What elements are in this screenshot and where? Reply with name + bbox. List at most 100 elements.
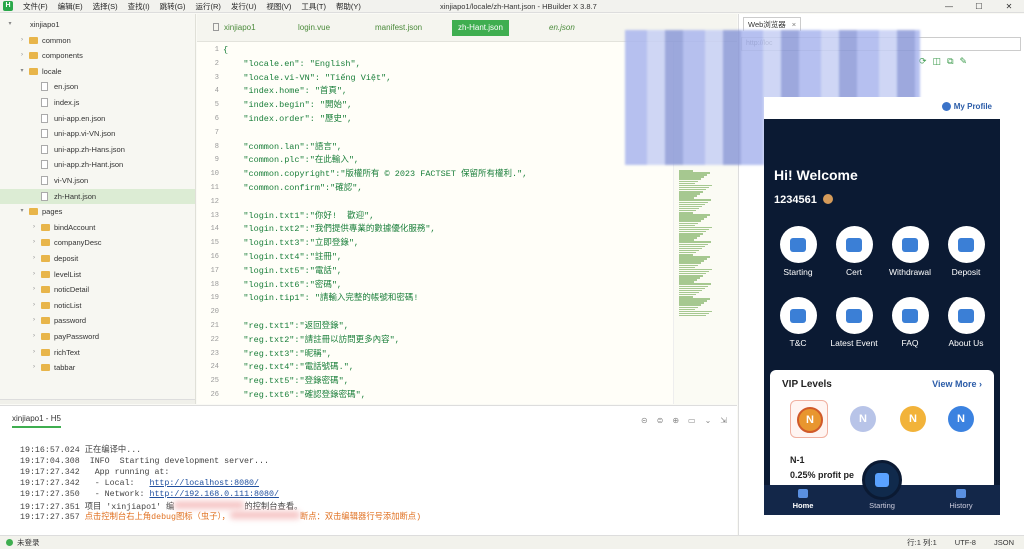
code-line[interactable]: 4 "index.home": "首頁", [197, 85, 673, 99]
line-number[interactable]: 3 [197, 72, 219, 86]
plugin-icon[interactable]: ⊛ [57, 404, 65, 405]
edit-icon[interactable]: ✎ [960, 56, 968, 67]
line-number[interactable]: 2 [197, 58, 219, 72]
code-line[interactable]: 17 "login.txt5":"電話", [197, 265, 673, 279]
folder-item[interactable]: › companyDesc [0, 235, 195, 251]
folder-icon[interactable]: ▣ [6, 404, 15, 405]
menu-item[interactable]: 选择(S) [88, 1, 123, 12]
clear-icon[interactable]: ⊜ [657, 416, 664, 425]
close-icon[interactable]: × [792, 20, 796, 29]
tab-manifest-json[interactable]: manifest.json [369, 20, 428, 36]
quick-action-about-us[interactable]: About Us [938, 297, 994, 348]
tab-en-json[interactable]: en.json [543, 20, 581, 36]
tab-zh-hant-json[interactable]: zh-Hant.json [452, 20, 509, 36]
vip-badge-4[interactable]: N [942, 400, 980, 438]
line-number[interactable]: 21 [197, 320, 219, 334]
menu-item[interactable]: 跳转(G) [155, 1, 191, 12]
line-number[interactable]: 14 [197, 223, 219, 237]
folder-item[interactable]: › deposit [0, 251, 195, 267]
console-tab[interactable]: xinjiapo1 - H5 [12, 414, 61, 428]
device-icon[interactable]: ◫ [933, 56, 942, 67]
maximize-button[interactable]: ☐ [964, 0, 994, 13]
line-number[interactable]: 23 [197, 348, 219, 362]
code-line[interactable]: 1{ [197, 44, 673, 58]
file-item[interactable]: en.json [0, 79, 195, 95]
chevron-down-icon[interactable]: ▾ [6, 17, 14, 33]
quick-action-deposit[interactable]: Deposit [938, 226, 994, 277]
code-line[interactable]: 16 "login.txt4":"註冊", [197, 251, 673, 265]
tab-starting[interactable]: Starting [857, 501, 907, 510]
line-number[interactable]: 15 [197, 237, 219, 251]
maximize-icon[interactable]: ▭ [688, 416, 696, 425]
chevron-right-icon[interactable]: › [30, 298, 38, 314]
code-line[interactable]: 15 "login.txt3":"立即登錄", [197, 237, 673, 251]
tab-xinjiapo1[interactable]: xinjiapo1 [207, 20, 262, 36]
file-item[interactable]: vi-VN.json [0, 173, 195, 189]
code-line[interactable]: 26 "reg.txt6":"確認登錄密碼", [197, 389, 673, 403]
console-link[interactable]: http://192.168.0.111:8080/ [149, 490, 278, 499]
folder-item[interactable]: › levelList [0, 267, 195, 283]
menu-item[interactable]: 文件(F) [18, 1, 53, 12]
code-line[interactable]: 24 "reg.txt4":"電話號碼.", [197, 361, 673, 375]
folder-item[interactable]: › common [0, 33, 195, 49]
git-icon[interactable]: ⎇ [38, 404, 48, 405]
chevron-down-icon[interactable]: ▾ [18, 204, 26, 220]
chevron-right-icon[interactable]: › [30, 251, 38, 267]
quick-action-starting[interactable]: Starting [770, 226, 826, 277]
code-line[interactable]: 13 "login.txt1":"你好! 歡迎", [197, 210, 673, 224]
vip-badge-3[interactable]: N [894, 400, 932, 438]
debug-icon[interactable]: ⊕ [672, 416, 679, 425]
chevron-right-icon[interactable]: › [30, 220, 38, 236]
code-line[interactable]: 10 "common.copyright":"版權所有 © 2023 FACTS… [197, 168, 673, 182]
quick-action-faq[interactable]: FAQ [882, 297, 938, 348]
menu-item[interactable]: 帮助(Y) [331, 1, 366, 12]
line-number[interactable]: 11 [197, 182, 219, 196]
chevron-right-icon[interactable]: › [30, 235, 38, 251]
code-line[interactable]: 23 "reg.txt3":"昵稱", [197, 348, 673, 362]
folder-item[interactable]: › components [0, 48, 195, 64]
chevron-right-icon[interactable]: › [18, 48, 26, 64]
line-number[interactable]: 17 [197, 265, 219, 279]
folder-item[interactable]: › bindAccount [0, 220, 195, 236]
quick-action-latest-event[interactable]: Latest Event [826, 297, 882, 348]
quick-action-cert[interactable]: Cert [826, 226, 882, 277]
file-item[interactable]: uni-app.vi-VN.json [0, 126, 195, 142]
line-number[interactable]: 12 [197, 196, 219, 210]
vip-badge-1[interactable]: N [790, 400, 828, 438]
quick-action-withdrawal[interactable]: Withdrawal [882, 226, 938, 277]
line-number[interactable]: 24 [197, 361, 219, 375]
refresh-icon[interactable]: ⟳ [919, 56, 927, 67]
line-number[interactable]: 9 [197, 154, 219, 168]
folder-item[interactable]: › richText [0, 345, 195, 361]
code-line[interactable]: 2 "locale.en": "English", [197, 58, 673, 72]
code-line[interactable]: 20 [197, 306, 673, 320]
line-number[interactable]: 7 [197, 127, 219, 141]
code-line[interactable]: 6 "index.order": "歷史", [197, 113, 673, 127]
my-profile-link[interactable]: My Profile [941, 102, 992, 111]
chevron-right-icon[interactable]: › [30, 282, 38, 298]
file-item[interactable]: index.js [0, 95, 195, 111]
code-line[interactable]: 12 [197, 196, 673, 210]
code-line[interactable]: 5 "index.begin": "開始", [197, 99, 673, 113]
folder-item[interactable]: ▾ xinjiapo1 [0, 17, 195, 33]
search-icon[interactable]: ⌕ [24, 404, 29, 405]
devtools-icon[interactable]: ⧉ [947, 56, 953, 67]
file-item[interactable]: uni-app.zh-Hans.json [0, 142, 195, 158]
code-line[interactable]: 9 "common.plc":"在此輸入", [197, 154, 673, 168]
file-item[interactable]: uni-app.en.json [0, 111, 195, 127]
chevron-right-icon[interactable]: › [18, 33, 26, 49]
quick-action-t-c[interactable]: T&C [770, 297, 826, 348]
line-number[interactable]: 26 [197, 389, 219, 403]
line-number[interactable]: 6 [197, 113, 219, 127]
file-item[interactable]: uni-app.zh-Hant.json [0, 157, 195, 173]
browser-tab[interactable]: Web浏览器 × [743, 17, 802, 31]
line-number[interactable]: 19 [197, 292, 219, 306]
login-status[interactable]: 未登录 [6, 536, 40, 549]
language-mode[interactable]: JSON [994, 536, 1014, 549]
stop-icon[interactable]: ⊝ [641, 416, 648, 425]
code-line[interactable]: 22 "reg.txt2":"請註冊以訪問更多內容", [197, 334, 673, 348]
line-number[interactable]: 5 [197, 99, 219, 113]
menu-item[interactable]: 查找(I) [123, 1, 155, 12]
collapse-icon[interactable]: ⌄ [705, 416, 712, 425]
line-number[interactable]: 22 [197, 334, 219, 348]
